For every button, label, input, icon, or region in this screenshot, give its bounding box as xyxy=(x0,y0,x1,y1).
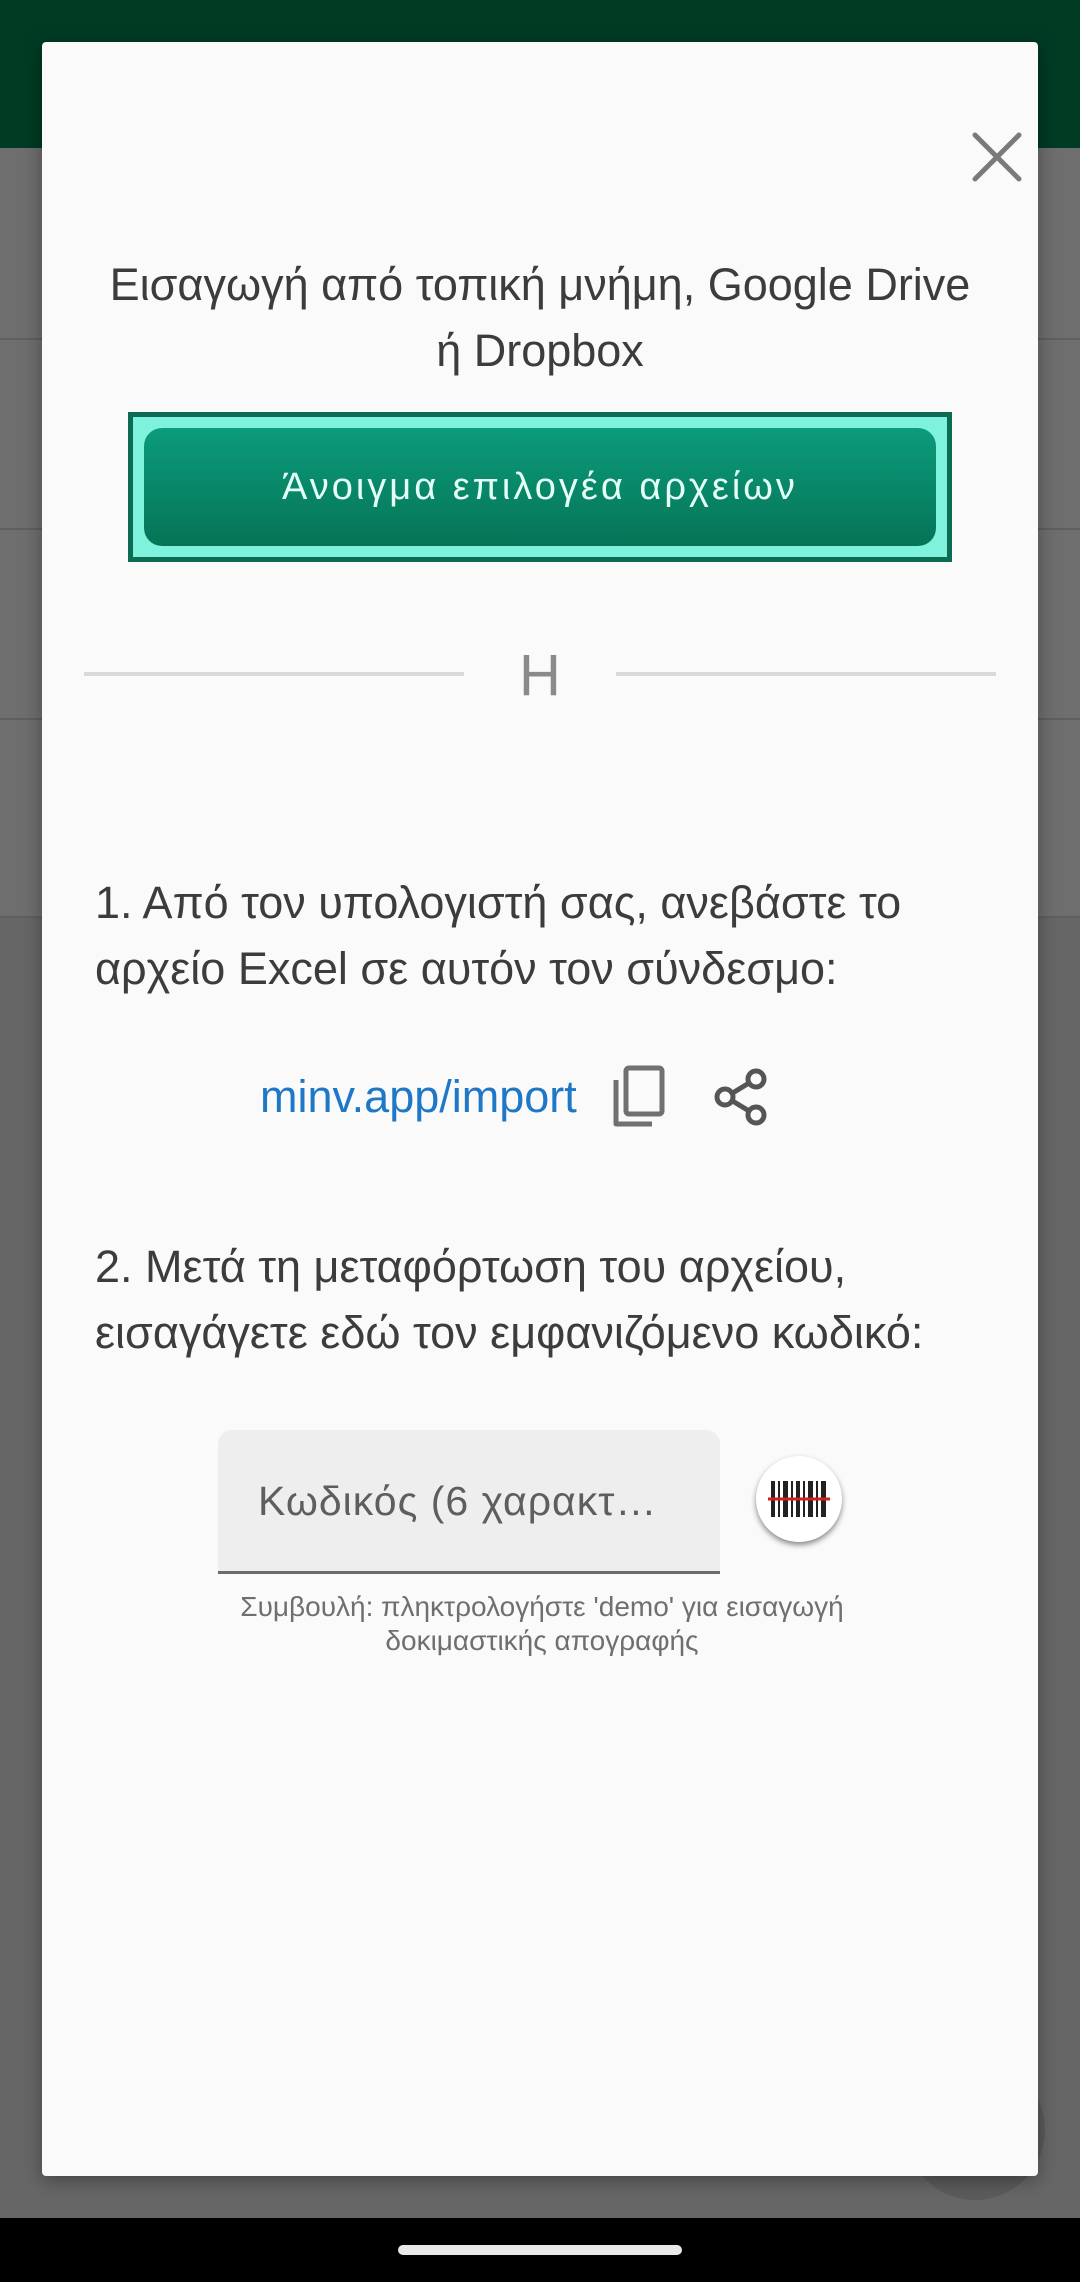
close-icon xyxy=(972,132,1022,182)
step-1-text: 1. Από τον υπολογιστή σας, ανεβάστε το α… xyxy=(95,877,902,994)
divider-left xyxy=(84,672,464,676)
open-file-picker-button[interactable]: Άνοιγμα επιλογέα αρχείων xyxy=(144,428,936,546)
copy-icon xyxy=(613,1065,665,1127)
code-field[interactable] xyxy=(218,1430,720,1574)
code-input[interactable] xyxy=(256,1464,700,1538)
step-2-text: 2. Μετά τη μεταφόρτωση του αρχείου, εισα… xyxy=(95,1241,924,1358)
close-button[interactable] xyxy=(942,102,1052,212)
share-link-button[interactable] xyxy=(701,1057,781,1137)
barcode-scan-button[interactable] xyxy=(756,1456,842,1542)
hint-text: Συμβουλή: πληκτρολογήστε 'demo' για εισα… xyxy=(240,1591,844,1656)
import-link-row: minv.app/import xyxy=(260,1052,781,1142)
divider-right xyxy=(616,672,996,676)
share-icon xyxy=(714,1068,767,1126)
divider-or-text: Η xyxy=(519,643,561,708)
barcode-scanner-icon xyxy=(768,1481,830,1517)
home-gesture-handle[interactable] xyxy=(398,2245,682,2255)
import-link[interactable]: minv.app/import xyxy=(260,1071,577,1123)
open-file-picker-focus-ring: Άνοιγμα επιλογέα αρχείων xyxy=(128,412,952,562)
import-dialog: Εισαγωγή από τοπική μνήμη, Google Drive … xyxy=(42,42,1038,2176)
copy-link-button[interactable] xyxy=(599,1057,679,1137)
import-intro-text: Εισαγωγή από τοπική μνήμη, Google Drive … xyxy=(109,259,971,376)
